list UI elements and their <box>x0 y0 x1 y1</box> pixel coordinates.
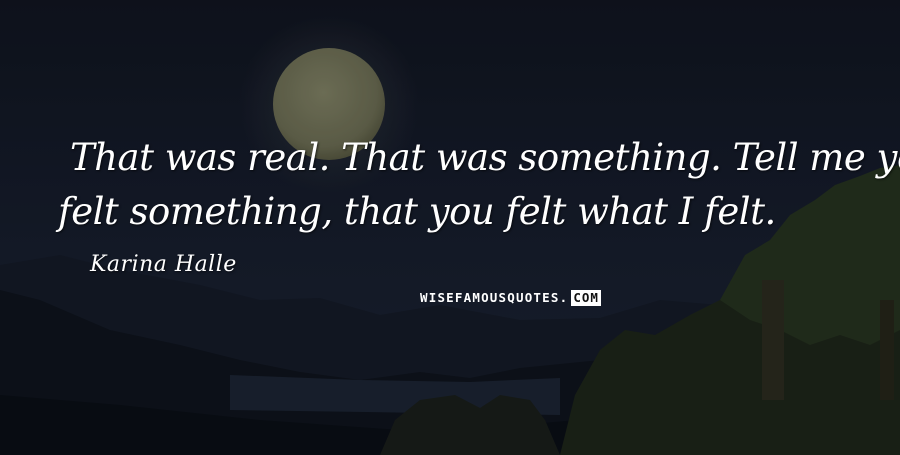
quote-line-2: felt something, that you felt what I fel… <box>58 190 776 233</box>
watermark-text: WISEFAMOUSQUOTES. <box>420 290 569 305</box>
watermark-domain: COM <box>571 290 601 306</box>
watermark-logo: WISEFAMOUSQUOTES. COM <box>420 290 601 306</box>
quote-line-1: That was real. That was something. Tell … <box>70 136 900 179</box>
quote-text: That was real. That was something. Tell … <box>58 131 900 239</box>
quote-author: Karina Halle <box>90 252 237 277</box>
